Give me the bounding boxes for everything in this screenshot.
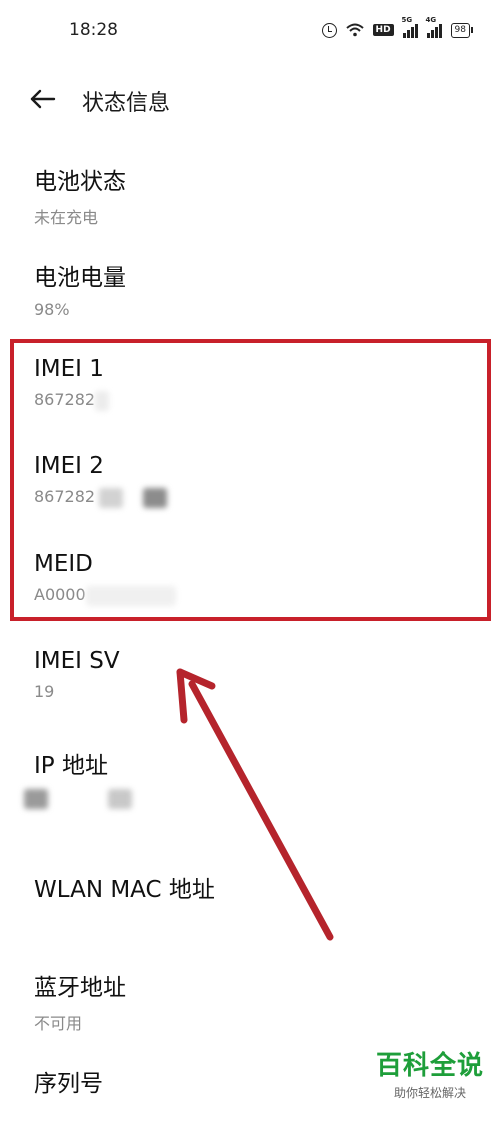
page-title: 状态信息 (82, 91, 171, 116)
list-item-imei-sv[interactable]: IMEI SV 19 (34, 648, 474, 702)
signal-sim2-icon: 4G (426, 16, 442, 38)
list-item-battery-status[interactable]: 电池状态 未在充电 (34, 162, 474, 227)
item-title: IP 地址 (34, 753, 108, 779)
list-item-ip-address[interactable]: IP 地址 (24, 746, 474, 809)
item-title: IMEI SV (34, 648, 120, 674)
blurred-region (24, 788, 48, 809)
blurred-region (108, 788, 132, 809)
item-title: 电池状态 (34, 169, 126, 195)
back-button[interactable] (28, 84, 58, 114)
list-item-battery-level[interactable]: 电池电量 98% (34, 258, 474, 320)
item-value (34, 1106, 474, 1126)
annotation-highlight-box (10, 339, 491, 621)
item-title: 蓝牙地址 (34, 975, 126, 1001)
item-value: 19 (34, 682, 55, 701)
item-value: 98% (34, 300, 70, 319)
item-value: 不可用 (34, 1014, 83, 1033)
sim2-label: 4G (425, 16, 437, 24)
item-value: 未在充电 (34, 208, 99, 227)
alarm-icon (321, 22, 337, 38)
watermark-logo: 百科全说 助你轻松解决 (376, 1045, 484, 1101)
watermark-title: 百科全说 (375, 1051, 484, 1081)
signal-sim1-icon: 5G (402, 16, 418, 38)
status-icons: HD 5G 4G 98 (321, 16, 474, 38)
battery-icon: 98 (450, 22, 474, 38)
wifi-icon (345, 23, 364, 37)
hd-icon: HD (372, 24, 394, 36)
item-title: 电池电量 (34, 265, 126, 291)
list-item-wlan-mac[interactable]: WLAN MAC 地址 (34, 870, 474, 932)
item-value (34, 912, 474, 932)
list-item-bluetooth-address[interactable]: 蓝牙地址 不可用 (34, 968, 474, 1033)
arrow-left-icon (30, 89, 56, 109)
status-time: 18:28 (69, 20, 118, 40)
status-bar: 18:28 HD 5G 4G 98 (0, 0, 500, 62)
watermark-subtitle: 助你轻松解决 (393, 1086, 466, 1100)
item-title: WLAN MAC 地址 (34, 877, 215, 903)
header: 状态信息 (0, 74, 500, 124)
sim1-label: 5G (401, 16, 413, 24)
item-value (24, 788, 474, 809)
